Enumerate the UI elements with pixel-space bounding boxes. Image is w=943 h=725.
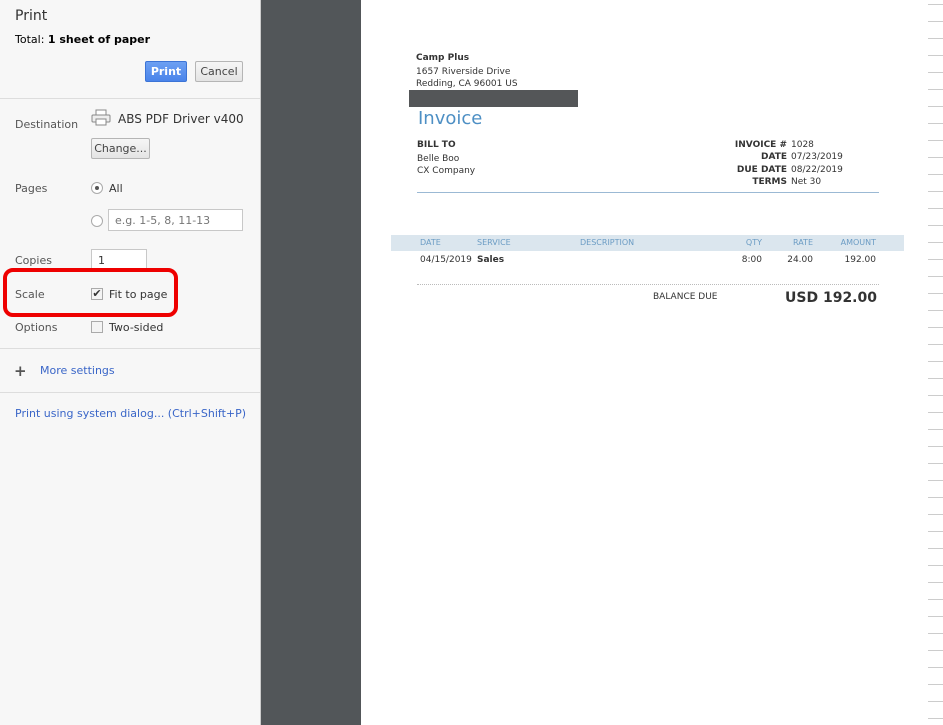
change-destination-button[interactable]: Change... (91, 138, 150, 159)
total-sheets: Total: 1 sheet of paper (15, 33, 150, 46)
destination-value: ABS PDF Driver v400 (118, 112, 244, 126)
bill-to-company: CX Company (417, 166, 476, 176)
meta-value: 08/22/2019 (791, 165, 843, 175)
bill-to-label: BILL TO (417, 140, 456, 150)
col-service: SERVICE (477, 238, 511, 247)
divider (0, 392, 260, 393)
pages-custom-radio[interactable] (91, 215, 103, 227)
print-button[interactable]: Print (145, 61, 187, 82)
page-edge-lines (928, 0, 943, 725)
total-divider (417, 284, 879, 285)
col-qty: QTY (745, 238, 762, 247)
company-name: Camp Plus (416, 53, 470, 63)
system-dialog-link[interactable]: Print using system dialog... (Ctrl+Shift… (15, 407, 246, 420)
meta-value: Net 30 (791, 177, 822, 187)
more-settings-link[interactable]: More settings (40, 364, 115, 377)
invoice-title: Invoice (418, 108, 483, 129)
panel-title: Print (15, 8, 48, 24)
company-address-2: Redding, CA 96001 US (416, 79, 518, 89)
pages-label: Pages (15, 182, 48, 195)
header-divider (417, 192, 879, 193)
destination-label: Destination (15, 118, 79, 131)
highlight-box (3, 268, 178, 317)
meta-value: 07/23/2019 (791, 152, 843, 162)
preview-background (261, 0, 361, 725)
bill-to-name: Belle Boo (417, 154, 460, 164)
meta-label: DUE DATE (736, 165, 787, 175)
pages-all-radio[interactable] (91, 182, 103, 194)
two-sided-label: Two-sided (109, 321, 164, 334)
two-sided-checkbox[interactable] (91, 321, 103, 333)
pages-all-label: All (109, 182, 123, 195)
col-date: DATE (420, 238, 441, 247)
cell-date: 04/15/2019 (420, 255, 472, 265)
total-label: Total: (15, 33, 45, 46)
copies-label: Copies (15, 254, 52, 267)
cell-qty: 8:00 (741, 255, 762, 265)
redacted-bar (409, 90, 578, 107)
print-settings-panel: Print Total: 1 sheet of paper Print Canc… (0, 0, 261, 725)
company-address-1: 1657 Riverside Drive (416, 67, 511, 77)
meta-label: DATE (760, 152, 787, 162)
balance-due-label: BALANCE DUE (653, 292, 718, 302)
meta-label: TERMS (752, 177, 787, 187)
cell-service: Sales (477, 255, 505, 265)
divider (0, 98, 260, 99)
col-description: DESCRIPTION (580, 238, 635, 247)
col-amount: AMOUNT (840, 238, 876, 247)
meta-label: INVOICE # (734, 140, 787, 150)
cancel-button[interactable]: Cancel (195, 61, 243, 82)
divider (0, 348, 260, 349)
meta-value: 1028 (791, 140, 814, 150)
pages-range-input[interactable] (108, 209, 243, 231)
printer-icon (91, 109, 111, 126)
plus-icon: + (14, 362, 27, 380)
balance-due-value: USD 192.00 (785, 290, 877, 306)
cell-rate: 24.00 (787, 255, 813, 265)
col-rate: RATE (792, 238, 813, 247)
total-value: 1 sheet of paper (47, 33, 151, 46)
options-label: Options (15, 321, 58, 334)
cell-amount: 192.00 (844, 255, 877, 265)
